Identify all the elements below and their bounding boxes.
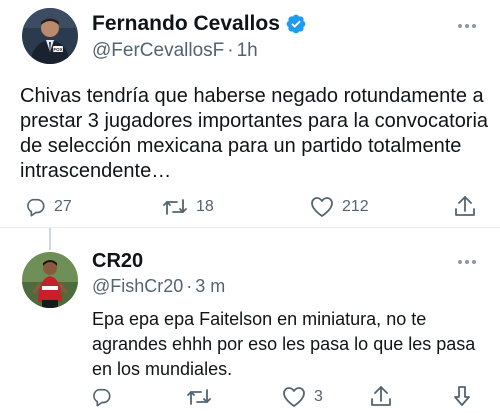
author-name-text[interactable]: Fernando Cevallos [92, 12, 280, 36]
share-icon [454, 194, 476, 218]
reply-handle-line: @FishCr20 · 3 m [92, 276, 225, 297]
reply-count: 27 [54, 198, 72, 215]
arrow-down-icon [452, 384, 472, 408]
author-handle[interactable]: @FerCevallosF [92, 40, 224, 61]
tweet-timestamp[interactable]: 1h [237, 40, 258, 61]
retweet-count: 18 [196, 198, 214, 215]
reply-timestamp[interactable]: 3 m [195, 276, 225, 296]
heart-icon [282, 386, 306, 408]
reply-author-avatar[interactable] [22, 252, 78, 308]
author-handle-line: @FerCevallosF · 1h [92, 40, 258, 62]
heart-icon [310, 196, 334, 218]
retweet-icon [186, 386, 212, 408]
reply-like-count: 3 [314, 388, 323, 405]
reply-icon [90, 386, 112, 408]
reply-icon [24, 196, 46, 218]
reply-author-handle[interactable]: @FishCr20 [92, 276, 183, 296]
reply-like-button[interactable]: 3 [282, 386, 323, 408]
reply-button[interactable]: 27 [24, 196, 72, 218]
like-count: 212 [342, 198, 369, 215]
share-button[interactable] [454, 194, 476, 218]
reply-more-options-icon[interactable] [458, 260, 476, 264]
reply-text: Epa epa epa Faitelson en miniatura, no t… [92, 309, 476, 379]
svg-text:FOX: FOX [53, 47, 62, 52]
reply-reply-button[interactable] [90, 386, 112, 408]
reply-separator-dot: · [186, 276, 193, 296]
separator-dot: · [227, 40, 234, 61]
reply-author-name[interactable]: CR20 [92, 250, 143, 273]
reply-retweet-button[interactable] [186, 386, 212, 408]
like-button[interactable]: 212 [310, 196, 369, 218]
reply-downvote-button[interactable] [452, 384, 472, 408]
verified-badge-icon [285, 13, 307, 35]
author-name[interactable]: Fernando Cevallos [92, 12, 307, 36]
reply-share-button[interactable] [370, 384, 392, 408]
main-tweet[interactable]: FOX Fernando Cevallos @FerCevallosF · 1h C… [0, 0, 500, 228]
retweet-icon [162, 196, 188, 218]
author-avatar[interactable]: FOX [22, 8, 78, 64]
more-options-icon[interactable] [458, 24, 476, 28]
retweet-button[interactable]: 18 [162, 196, 214, 218]
share-icon [370, 384, 392, 408]
tweet-text: Chivas tendría que haberse negado rotund… [20, 85, 489, 182]
